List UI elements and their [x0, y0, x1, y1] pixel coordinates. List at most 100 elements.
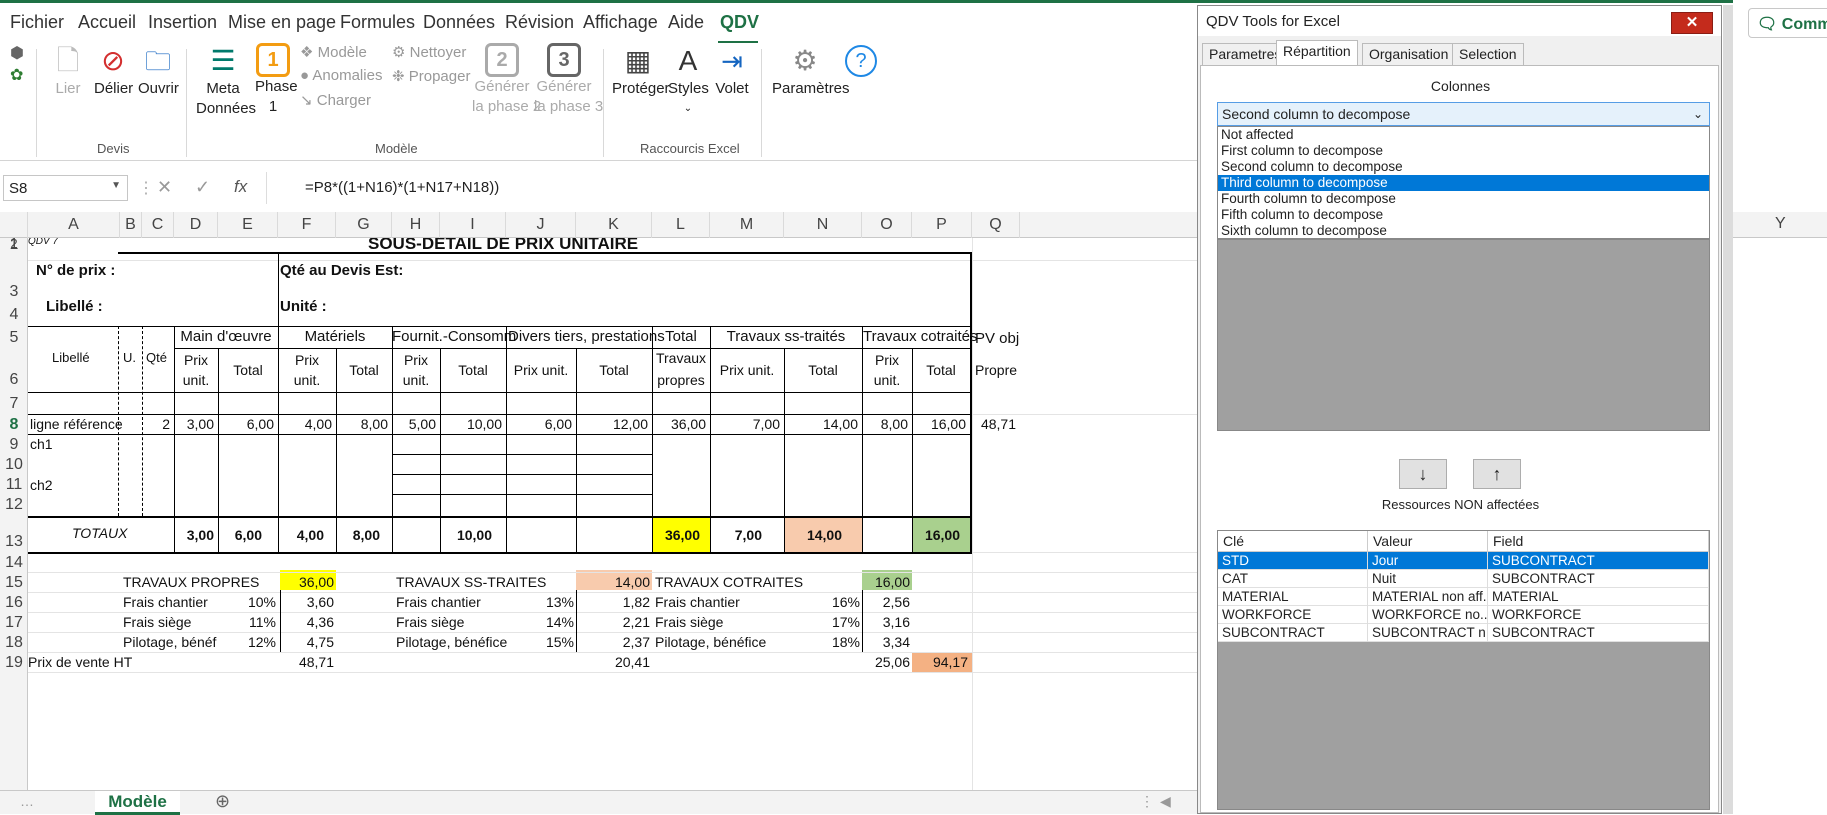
dropdown-option[interactable]: First column to decompose — [1218, 143, 1709, 159]
assigned-resources-list[interactable] — [1217, 239, 1710, 431]
list-header-cle[interactable]: Clé — [1218, 531, 1368, 552]
col-header-c[interactable]: C — [142, 212, 174, 238]
cell-ch1[interactable]: ch1 — [30, 436, 53, 452]
panel-scrollbar[interactable] — [1723, 5, 1733, 814]
col-header-j[interactable]: J — [506, 212, 576, 238]
percent-value[interactable]: 16% — [784, 594, 860, 610]
summary-value[interactable]: 3,60 — [280, 594, 334, 610]
row-header[interactable]: 4 — [0, 292, 28, 328]
column-combo[interactable]: Second column to decompose ⌄ — [1217, 102, 1710, 126]
cube-icon[interactable]: ⬢ — [10, 43, 24, 63]
summary-value[interactable]: 2,37 — [576, 634, 650, 650]
percent-value[interactable]: 10% — [218, 594, 276, 610]
summary-value[interactable]: 4,75 — [280, 634, 334, 650]
add-sheet-icon[interactable]: ⊕ — [215, 791, 230, 812]
close-button[interactable]: ✕ — [1671, 12, 1713, 34]
function-icon[interactable]: fx — [234, 177, 247, 197]
col-header-m[interactable]: M — [710, 212, 784, 238]
dropdown-option[interactable]: Sixth column to decompose — [1218, 223, 1709, 239]
summary-value[interactable]: 48,71 — [280, 654, 334, 670]
row-header[interactable]: 10 — [0, 454, 28, 474]
col-header-k[interactable]: K — [576, 212, 652, 238]
summary-value[interactable]: 2,21 — [576, 614, 650, 630]
meta-donnees-button[interactable]: ☰ Meta Données — [196, 43, 256, 119]
name-box[interactable]: S8 ▼ — [3, 175, 128, 201]
formula-input[interactable]: =P8*((1+N16)*(1+N17+N18)) — [305, 179, 499, 196]
list-header-field[interactable]: Field — [1488, 531, 1709, 552]
lier-button[interactable]: 🗋 Lier — [52, 43, 84, 99]
row-header[interactable]: 19 — [0, 652, 28, 672]
charger-button[interactable]: ↘ Charger — [300, 91, 371, 109]
tab-affichage[interactable]: Affichage — [583, 12, 658, 33]
tab-qdv[interactable]: QDV — [720, 12, 759, 33]
list-header-valeur[interactable]: Valeur — [1368, 531, 1488, 552]
cell-value[interactable]: 8,00 — [336, 416, 388, 432]
more-icon[interactable]: … — [20, 793, 34, 809]
list-item[interactable]: CAT Nuit SUBCONTRACT — [1218, 570, 1709, 588]
col-header-f[interactable]: F — [278, 212, 336, 238]
tab-donnees[interactable]: Données — [423, 12, 495, 33]
parametres-button[interactable]: ⚙ Paramètres — [772, 43, 850, 99]
percent-value[interactable]: 15% — [506, 634, 574, 650]
row-header[interactable]: 13 — [0, 516, 28, 552]
grand-total-value[interactable]: 94,17 — [912, 654, 968, 670]
cell-qty[interactable]: 2 — [142, 416, 170, 432]
bug-icon[interactable]: ✿ — [10, 65, 23, 85]
total-value[interactable]: 6,00 — [218, 527, 262, 543]
tab-mise-en-page[interactable]: Mise en page — [228, 12, 336, 33]
cell-value[interactable]: 14,00 — [784, 416, 858, 432]
list-item[interactable]: SUBCONTRACT SUBCONTRACT n... SUBCONTRACT — [1218, 624, 1709, 642]
summary-value[interactable]: 4,36 — [280, 614, 334, 630]
row-header[interactable]: 8 — [0, 414, 28, 434]
col-header-b[interactable]: B — [120, 212, 142, 238]
cell-value[interactable]: 5,00 — [392, 416, 436, 432]
generer-phase-3-button[interactable]: 3 Générer la phase 3 — [534, 43, 603, 117]
summary-value[interactable]: 3,16 — [862, 614, 910, 630]
col-header-h[interactable]: H — [392, 212, 440, 238]
worksheet-grid[interactable]: SOUS-DETAIL DE PRIX UNITAIRE QDV 7 N° de… — [28, 238, 1200, 790]
row-header[interactable]: 14 — [0, 552, 28, 572]
tab-aide[interactable]: Aide — [668, 12, 704, 33]
total-value[interactable]: 10,00 — [440, 527, 492, 543]
list-item[interactable]: MATERIAL MATERIAL non aff... MATERIAL — [1218, 588, 1709, 606]
cell-value[interactable]: 12,00 — [576, 416, 648, 432]
col-header-n[interactable]: N — [784, 212, 862, 238]
move-up-button[interactable]: ↑ — [1473, 459, 1521, 489]
col-header-q[interactable]: Q — [972, 212, 1020, 238]
proteger-button[interactable]: ▦ Protéger — [612, 43, 670, 99]
tab-repartition[interactable]: Répartition — [1276, 40, 1358, 66]
total-value[interactable]: 8,00 — [336, 527, 380, 543]
col-header-i[interactable]: I — [440, 212, 506, 238]
propager-button[interactable]: ❉ Propager — [392, 67, 470, 85]
col-header-d[interactable]: D — [174, 212, 218, 238]
percent-value[interactable]: 17% — [784, 614, 860, 630]
ouvrir-button[interactable]: 🗀 Ouvrir — [138, 43, 179, 99]
cell-value[interactable]: 4,00 — [278, 416, 332, 432]
percent-value[interactable]: 13% — [506, 594, 574, 610]
comments-button[interactable]: 🗨 Comm — [1748, 8, 1827, 38]
tab-accueil[interactable]: Accueil — [78, 12, 136, 33]
dropdown-option[interactable]: Fourth column to decompose — [1218, 191, 1709, 207]
summary-value[interactable]: 3,34 — [862, 634, 910, 650]
summary-value[interactable]: 16,00 — [862, 574, 910, 590]
tab-organisation[interactable]: Organisation — [1362, 43, 1456, 65]
styles-button[interactable]: A Styles ⌄ — [668, 43, 709, 119]
col-header-g[interactable]: G — [336, 212, 392, 238]
summary-value[interactable]: 1,82 — [576, 594, 650, 610]
cell-value[interactable]: 16,00 — [912, 416, 966, 432]
row-header[interactable]: 11 — [0, 474, 28, 494]
phase-1-button[interactable]: 1 Phase 1 — [255, 43, 298, 117]
unassigned-resources-list[interactable]: Clé Valeur Field STD Jour SUBCONTRACT CA… — [1217, 530, 1710, 810]
dropdown-option[interactable]: Not affected — [1218, 127, 1709, 143]
col-header-o[interactable]: O — [862, 212, 912, 238]
col-header-l[interactable]: L — [652, 212, 710, 238]
generer-phase-2-button[interactable]: 2 Générer la phase 2 — [472, 43, 541, 117]
total-value[interactable]: 3,00 — [174, 527, 214, 543]
row-header[interactable]: 18 — [0, 632, 28, 652]
scroll-left-icon[interactable]: ◀ — [1160, 793, 1171, 810]
cell-value[interactable]: 10,00 — [440, 416, 502, 432]
total-value[interactable]: 4,00 — [278, 527, 324, 543]
summary-value[interactable]: 36,00 — [280, 574, 334, 590]
list-item[interactable]: STD Jour SUBCONTRACT — [1218, 552, 1709, 570]
delier-button[interactable]: ⊘ Délier — [94, 43, 133, 99]
